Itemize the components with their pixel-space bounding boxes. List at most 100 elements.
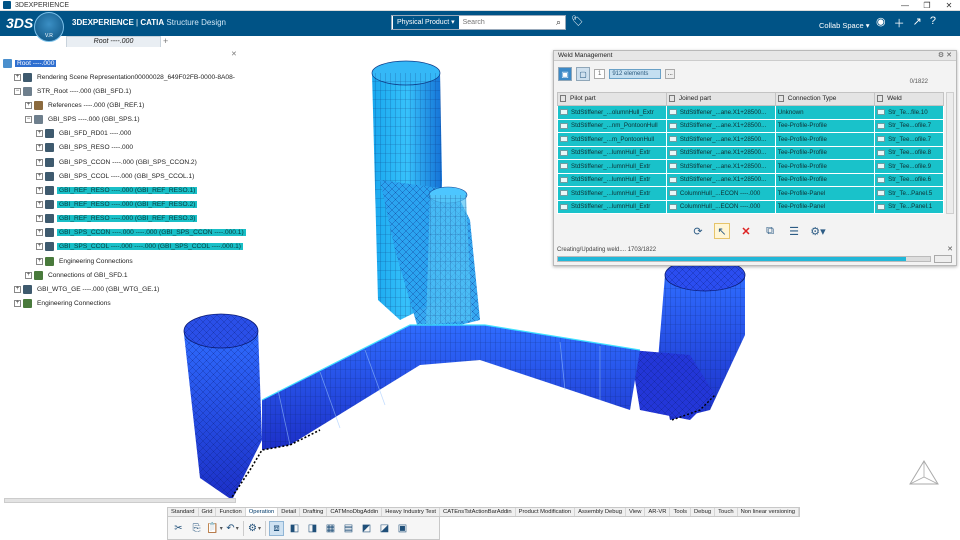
list-add-icon[interactable]: ☰ xyxy=(786,223,802,239)
update-all-icon[interactable]: ⚙ xyxy=(247,521,262,536)
weld-table-row[interactable]: StdStiffener_...m_PontoonHull StdStiffene… xyxy=(557,132,944,147)
tree-node[interactable]: + GBI_REF_RESO ----.000 (GBI_REF_RESO.2) xyxy=(36,199,198,211)
paste-icon[interactable]: 📋 xyxy=(206,521,222,536)
tree-node[interactable]: + GBI_SPS_CCON ----.000 ----.000 (GBI_SPS… xyxy=(36,227,246,239)
collapse-icon[interactable]: − xyxy=(14,87,21,95)
filter-icon[interactable] xyxy=(877,95,884,103)
status-close-icon[interactable]: ✕ xyxy=(947,245,953,253)
delete-icon[interactable]: ✕ xyxy=(738,223,754,239)
weld-table-scrollbar[interactable] xyxy=(946,92,954,214)
tree-node[interactable]: − GBI_SPS ----.000 (GBI_SPS.1) xyxy=(25,114,142,126)
search-scope-dropdown[interactable]: Physical Product ▾ xyxy=(393,16,459,29)
tree-node[interactable]: + GBI_REF_RESO ----.000 (GBI_REF_RESO.1) xyxy=(36,184,198,196)
search-input[interactable] xyxy=(462,17,556,28)
weld-panel-title-bar[interactable]: Weld Management ⚙ ✕ xyxy=(554,51,956,61)
view-compass-icon[interactable] xyxy=(907,458,941,488)
copy-icon[interactable]: ⎘ xyxy=(189,521,204,536)
tree-node[interactable]: + GBI_SPS_CCOL ----.000 (GBI_SPS_CCOL.1) xyxy=(36,170,196,182)
weld-table-row[interactable]: StdStiffener_...lumnHull_Extr StdStiffene… xyxy=(557,172,944,187)
progress-cancel-button[interactable] xyxy=(934,255,952,263)
expand-icon[interactable]: + xyxy=(36,215,43,223)
select-pointer-icon[interactable]: ↖ xyxy=(714,223,730,239)
expand-icon[interactable]: + xyxy=(36,243,43,251)
undo-icon[interactable]: ↶ xyxy=(225,521,240,536)
expand-icon[interactable]: + xyxy=(36,229,43,237)
weld-table-row[interactable]: StdStiffener_...lumnHull_Extr StdStiffene… xyxy=(557,159,944,174)
search-bar[interactable]: Physical Product ▾ ⌕ xyxy=(391,15,566,30)
expand-icon[interactable]: + xyxy=(36,144,43,152)
weld-management-icon[interactable]: ⧈ xyxy=(269,520,284,536)
column-header-weld[interactable]: Weld xyxy=(874,92,944,106)
tree-node[interactable]: + Rendering Scene Representation00000028_… xyxy=(14,71,237,83)
multi-select-icon[interactable]: ▣ xyxy=(558,67,572,81)
isolate-icon[interactable]: ⧉ xyxy=(762,223,778,239)
expand-icon[interactable]: + xyxy=(14,300,21,308)
tab-root[interactable]: Root ----.000 xyxy=(66,36,161,47)
tree-node[interactable]: + Connections of GBI_SFD.1 xyxy=(25,269,130,281)
action-bar-tab[interactable]: Touch xyxy=(715,508,738,516)
weld-panel-controls[interactable]: ⚙ ✕ xyxy=(938,51,952,61)
cube-icon[interactable]: ▣ xyxy=(395,521,410,536)
tree-node[interactable]: + References ----.000 (GBI_REF.1) xyxy=(25,99,146,111)
filter-icon[interactable] xyxy=(668,95,675,103)
tree-node[interactable]: + GBI_REF_RESO ----.000 (GBI_REF_RESO.3) xyxy=(36,213,198,225)
user-icon[interactable]: ◉ xyxy=(876,15,886,31)
ds-logo-icon[interactable]: 3DS xyxy=(6,15,33,31)
action-bar-tab[interactable]: Drafting xyxy=(300,508,328,516)
add-tab-button[interactable]: + xyxy=(163,36,168,46)
expand-icon[interactable]: + xyxy=(14,285,21,293)
action-bar-tab[interactable]: Assembly Debug xyxy=(575,508,626,516)
add-icon[interactable]: ＋ xyxy=(894,15,905,31)
index-field[interactable]: 1 xyxy=(594,69,606,79)
single-select-icon[interactable]: ▢ xyxy=(576,67,590,81)
weld-table-row[interactable]: StdStiffener_...lumnHull_Extr StdStiffene… xyxy=(557,145,944,160)
action-bar-tab[interactable]: CATMnoDbgAddin xyxy=(327,508,383,516)
action-bar-tab[interactable]: Operation xyxy=(245,508,279,516)
elements-field[interactable]: 912 elements xyxy=(609,69,662,79)
action-bar-tab[interactable]: Debug xyxy=(691,508,716,516)
tree-node[interactable]: + GBI_SFD_RD01 ----.000 xyxy=(36,128,133,140)
settings-dropdown-icon[interactable]: ⚙▾ xyxy=(810,223,826,239)
action-bar-tab[interactable]: View xyxy=(626,508,646,516)
tree-node[interactable]: + GBI_SPS_CCON ----.000 (GBI_SPS_CCON.2) xyxy=(36,156,199,168)
tree-node[interactable]: + GBI_SPS_RESO ----.000 xyxy=(36,142,135,154)
weld-table-row[interactable]: StdStiffener_...olumnHull_Extr StdStiffen… xyxy=(557,105,944,120)
expand-icon[interactable]: + xyxy=(14,73,21,81)
column-header-joined-part[interactable]: Joined part xyxy=(665,92,776,106)
collapse-icon[interactable]: − xyxy=(25,116,32,124)
weld-table-row[interactable]: StdStiffener_...lumnHull_Extr ColumnHull_… xyxy=(557,186,944,201)
action-bar-tab[interactable]: Standard xyxy=(168,508,199,516)
tree-node[interactable]: + Engineering Connections xyxy=(14,298,113,310)
share-icon[interactable]: ↗ xyxy=(913,15,922,31)
expand-icon[interactable]: + xyxy=(36,130,43,138)
tree-horizontal-scrollbar[interactable] xyxy=(4,498,236,503)
action-bar-tab[interactable]: Grid xyxy=(199,508,217,516)
expand-icon[interactable]: + xyxy=(36,172,43,180)
action-bar-tab[interactable]: Non linear versioning xyxy=(738,508,800,516)
weld-table-row[interactable]: StdStiffener_...lumnHull_Extr ColumnHull_… xyxy=(557,199,944,214)
tree-node[interactable]: + Engineering Connections xyxy=(36,255,135,267)
expand-icon[interactable]: + xyxy=(36,186,43,194)
expand-icon[interactable]: + xyxy=(36,201,43,208)
more-button[interactable]: ... xyxy=(665,69,676,79)
help-icon[interactable]: ? xyxy=(930,15,936,31)
action-bar-tab[interactable]: CATEnsTstActionBarAddin xyxy=(440,508,516,516)
tree-node[interactable]: − STR_Root ----.000 (GBI_SFD.1) xyxy=(14,85,133,97)
column-header-pilot-part[interactable]: Pilot part xyxy=(557,92,667,106)
tree-close-icon[interactable]: ✕ xyxy=(231,50,237,58)
action-bar-tab[interactable]: Heavy Industry Test xyxy=(382,508,441,516)
maximize-button[interactable]: ❐ xyxy=(916,0,938,11)
member-icon[interactable]: ▤ xyxy=(341,521,356,536)
panel-icon[interactable]: ▦ xyxy=(323,521,338,536)
close-window-button[interactable]: ✕ xyxy=(938,0,960,11)
tree-node[interactable]: Root ----.000 xyxy=(3,57,57,69)
action-bar-tab[interactable]: Function xyxy=(216,508,246,516)
plate-icon[interactable]: ◧ xyxy=(287,521,302,536)
bracket-icon[interactable]: ◩ xyxy=(359,521,374,536)
expand-icon[interactable]: + xyxy=(36,158,43,166)
filter-icon[interactable] xyxy=(777,95,784,103)
expand-icon[interactable]: + xyxy=(36,257,43,265)
action-bar-tab[interactable]: Detail xyxy=(278,508,301,516)
tag-icon[interactable]: 🏷 xyxy=(571,16,584,27)
search-icon[interactable]: ⌕ xyxy=(556,17,561,28)
